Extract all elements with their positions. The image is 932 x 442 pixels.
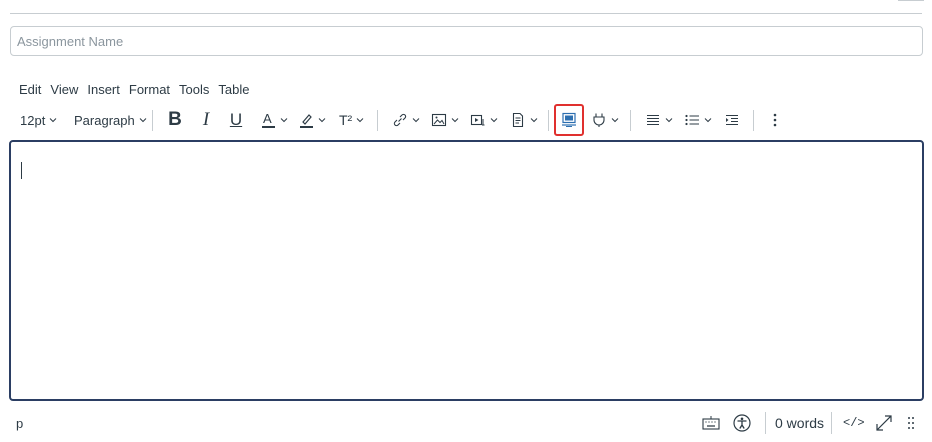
block-format-value: Paragraph [74, 112, 135, 128]
accessibility-checker-button[interactable] [733, 412, 751, 434]
font-size-dropdown[interactable]: 12pt [20, 106, 57, 134]
plugins-button[interactable] [591, 106, 619, 134]
element-path[interactable]: p [16, 416, 23, 431]
word-count: 0 words [775, 415, 825, 431]
embed-button[interactable] [554, 104, 584, 136]
underline-button[interactable]: U [228, 106, 244, 134]
image-button[interactable] [431, 106, 459, 134]
chevron-down-icon [530, 118, 538, 123]
html-editor-toggle[interactable]: </> [843, 412, 865, 434]
chevron-down-icon [611, 118, 619, 123]
expand-icon [876, 415, 892, 431]
more-icon [773, 113, 777, 127]
embed-icon [562, 112, 576, 127]
word-count-button[interactable]: 0 words [775, 412, 824, 434]
code-icon: </> [843, 416, 865, 430]
menu-tools[interactable]: Tools [179, 82, 209, 98]
underline-icon: U [229, 110, 243, 129]
chevron-down-icon [318, 118, 326, 123]
chevron-down-icon [356, 118, 364, 123]
list-button[interactable] [684, 106, 712, 134]
align-icon [647, 114, 659, 126]
chevron-down-icon [412, 118, 420, 123]
statusbar-divider [765, 412, 766, 434]
chevron-down-icon [665, 118, 673, 123]
text-color-icon: A [262, 111, 275, 128]
chevron-down-icon [704, 118, 712, 123]
link-button[interactable] [392, 106, 420, 134]
toolbar-divider [548, 110, 549, 131]
menu-view[interactable]: View [50, 82, 78, 98]
more-options-button[interactable] [768, 106, 782, 134]
svg-text:A: A [263, 111, 272, 126]
chevron-down-icon [490, 118, 498, 123]
document-icon [512, 112, 524, 128]
indent-button[interactable] [724, 106, 740, 134]
toolbar-divider [630, 110, 631, 131]
chevron-down-icon [139, 118, 147, 123]
toolbar-divider [152, 110, 153, 131]
image-icon [431, 113, 447, 127]
top-corner-edge [898, 0, 924, 1]
drag-grip-icon [908, 417, 914, 429]
menu-insert[interactable]: Insert [87, 82, 120, 98]
chevron-down-icon [280, 118, 288, 123]
block-format-dropdown[interactable]: Paragraph [74, 106, 147, 134]
media-icon [470, 114, 485, 126]
list-icon [685, 114, 699, 126]
superscript-icon: T² [339, 112, 353, 128]
top-divider [10, 13, 922, 14]
editor-menubar: Edit View Insert Format Tools Table [19, 82, 258, 98]
bold-button[interactable]: B [166, 106, 184, 134]
chevron-down-icon [49, 118, 57, 123]
menu-format[interactable]: Format [129, 82, 170, 98]
menu-edit[interactable]: Edit [19, 82, 41, 98]
keyboard-shortcuts-button[interactable] [702, 412, 720, 434]
document-button[interactable] [510, 106, 538, 134]
highlight-color-button[interactable] [300, 106, 326, 134]
toolbar-divider [753, 110, 754, 131]
plugin-icon [593, 113, 605, 127]
accessibility-icon [733, 414, 751, 432]
bold-icon: B [168, 109, 182, 130]
link-icon [393, 113, 407, 127]
media-button[interactable] [470, 106, 498, 134]
editor-content-area[interactable] [9, 140, 924, 401]
text-cursor [21, 162, 22, 179]
assignment-name-input[interactable] [10, 26, 923, 56]
font-size-value: 12pt [20, 112, 46, 128]
chevron-down-icon [451, 118, 459, 123]
editor-toolbar: 12pt Paragraph B I U A T² [10, 104, 922, 136]
indent-icon [726, 114, 738, 126]
menu-table[interactable]: Table [218, 82, 249, 98]
keyboard-icon [702, 416, 720, 430]
align-button[interactable] [645, 106, 673, 134]
editor-statusbar: p 0 words </> [0, 410, 932, 438]
resize-handle[interactable] [906, 412, 916, 434]
italic-icon: I [202, 109, 210, 130]
highlight-icon [300, 114, 313, 128]
fullscreen-button[interactable] [874, 412, 894, 434]
superscript-button[interactable]: T² [339, 106, 364, 134]
toolbar-divider [377, 110, 378, 131]
text-color-button[interactable]: A [262, 106, 288, 134]
statusbar-divider [831, 412, 832, 434]
italic-button[interactable]: I [198, 106, 214, 134]
